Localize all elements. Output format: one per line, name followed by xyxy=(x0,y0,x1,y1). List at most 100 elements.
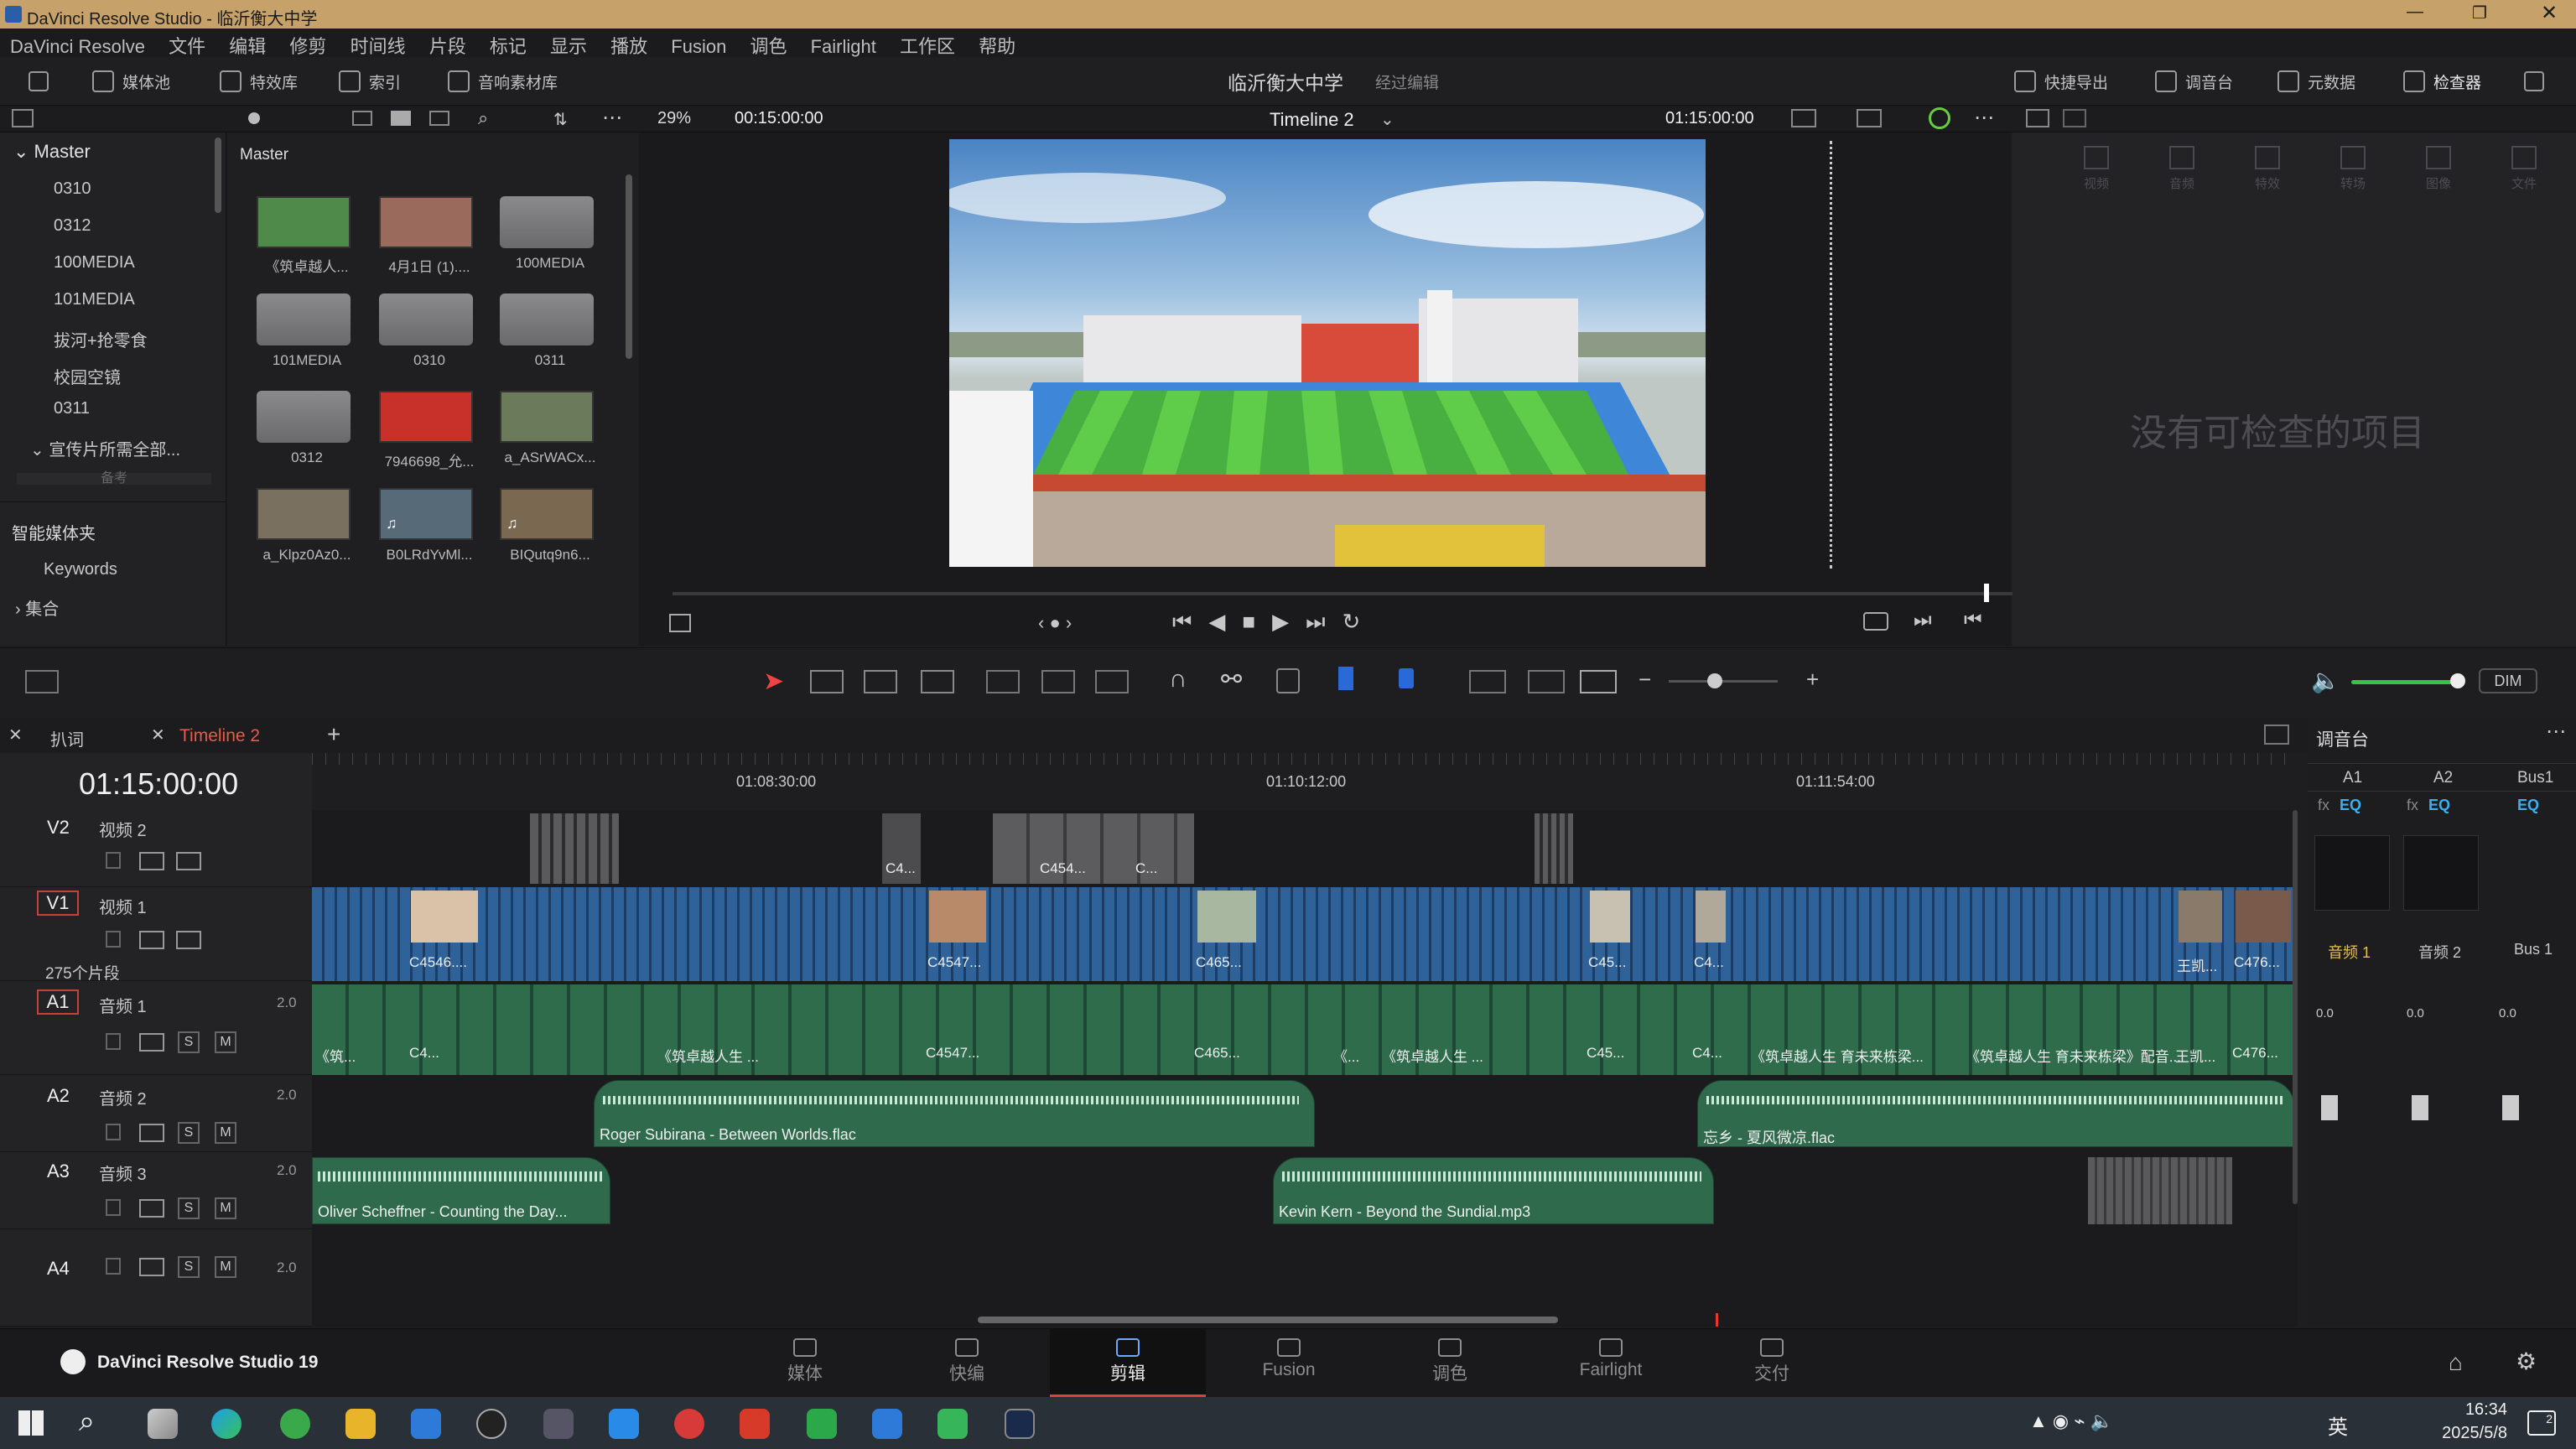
disable-track-icon[interactable] xyxy=(176,852,201,870)
page-tab-fusion[interactable]: Fusion xyxy=(1218,1338,1360,1380)
list-view-icon[interactable] xyxy=(429,111,449,126)
scrubber-bar[interactable] xyxy=(673,592,2023,595)
solo-button[interactable]: S xyxy=(178,1256,200,1278)
menu-workspace[interactable]: 工作区 xyxy=(900,32,955,59)
zoom-slider[interactable] xyxy=(1669,680,1778,683)
v2-clip-group[interactable] xyxy=(1535,813,1573,884)
viewer-mode-icon[interactable] xyxy=(1791,109,1816,127)
bin-item[interactable]: 101MEDIA xyxy=(54,290,135,309)
lock-icon[interactable] xyxy=(106,852,121,869)
menu-view[interactable]: 显示 xyxy=(550,32,587,59)
v1-clip[interactable]: C4547... xyxy=(926,887,989,981)
scrollbar[interactable] xyxy=(626,174,632,359)
a2-audio-clip[interactable]: Roger Subirana - Between Worlds.flac xyxy=(594,1080,1315,1147)
davinci-resolve-icon[interactable] xyxy=(1005,1409,1035,1439)
home-icon[interactable]: ⌂ xyxy=(2449,1349,2463,1376)
flag-icon[interactable] xyxy=(1338,667,1353,690)
menu-davinci[interactable]: DaVinci Resolve xyxy=(10,36,145,58)
wps-icon[interactable] xyxy=(740,1409,770,1439)
menu-trim[interactable]: 修剪 xyxy=(289,32,326,59)
mute-button[interactable]: M xyxy=(215,1122,236,1144)
selection-tool-icon[interactable]: ➤ xyxy=(763,667,784,696)
smart-bins-header[interactable]: 智能媒体夹 xyxy=(12,520,96,544)
close-button[interactable]: ✕ xyxy=(2541,1,2558,25)
auto-select-icon[interactable] xyxy=(139,1033,164,1052)
smart-bin-collection[interactable]: › 集合 xyxy=(15,595,59,620)
bin-item[interactable]: 校园空镜 xyxy=(54,364,121,388)
task-view-icon[interactable] xyxy=(148,1409,178,1439)
track-id-target[interactable]: V1 xyxy=(37,891,79,916)
lock-icon[interactable] xyxy=(106,1258,121,1275)
zoom-slider-handle[interactable] xyxy=(1707,673,1722,688)
close-tab-icon[interactable]: ✕ xyxy=(8,724,23,745)
menu-fairlight[interactable]: Fairlight xyxy=(811,36,876,58)
search-icon[interactable]: ⌕ xyxy=(79,1405,95,1438)
menu-edit[interactable]: 编辑 xyxy=(229,32,266,59)
search-icon[interactable]: ⌕ xyxy=(478,107,488,129)
next-edit-icon[interactable]: ⏭ xyxy=(1914,609,1932,632)
eq-label[interactable]: EQ xyxy=(2340,797,2361,814)
add-tab-icon[interactable]: + xyxy=(327,721,340,748)
tab-timeline[interactable]: 扒词 xyxy=(50,726,84,750)
bin-item[interactable]: 100MEDIA xyxy=(54,253,135,273)
thumbnail-view-icon[interactable] xyxy=(391,111,411,126)
fader-handle[interactable] xyxy=(2412,1095,2428,1120)
collapsed-bin[interactable]: 备考 xyxy=(17,472,211,486)
windows-start-icon[interactable] xyxy=(18,1410,44,1436)
solo-button[interactable]: S xyxy=(178,1031,200,1053)
v1-clip[interactable]: 王凯... xyxy=(2175,887,2225,981)
inspector-tab[interactable]: 特效 xyxy=(2234,146,2301,192)
bin-item[interactable]: 拔河+抢零食 xyxy=(54,327,148,351)
panel-toggle-icon[interactable] xyxy=(29,57,57,106)
fader-handle[interactable] xyxy=(2502,1095,2519,1120)
loop-icon[interactable] xyxy=(1863,612,1888,631)
mixer-button[interactable]: 调音台 xyxy=(2155,57,2233,106)
eq-label[interactable]: EQ xyxy=(2517,797,2539,814)
v1-clip[interactable]: C476... xyxy=(2232,887,2294,981)
metadata-button[interactable]: 元数据 xyxy=(2277,57,2355,106)
lock-icon[interactable] xyxy=(106,1033,121,1050)
a3-audio-clip[interactable]: Oliver Scheffner - Counting the Day... xyxy=(312,1157,610,1224)
overwrite-clip-icon[interactable] xyxy=(1041,670,1075,693)
media-item[interactable]: 《筑卓越人... xyxy=(257,196,366,280)
fx-label[interactable]: fx xyxy=(2407,797,2418,814)
menu-clip[interactable]: 片段 xyxy=(429,32,466,59)
media-item[interactable]: a_Klpz0Az0... xyxy=(257,488,366,572)
expand-icon[interactable] xyxy=(2524,57,2553,106)
a3-audio-clip-group[interactable] xyxy=(2088,1157,2232,1224)
mute-button[interactable]: M xyxy=(215,1256,236,1278)
a2-audio-clip[interactable]: 忘乡 - 夏风微凉.flac xyxy=(1697,1080,2294,1147)
app-icon[interactable] xyxy=(609,1409,639,1439)
quick-export-button[interactable]: 快捷导出 xyxy=(2014,57,2108,106)
auto-select-icon[interactable] xyxy=(139,931,164,949)
inspector-tab[interactable]: 视频 xyxy=(2063,146,2130,192)
inspector-tab[interactable]: 音频 xyxy=(2148,146,2215,192)
media-pool-button[interactable]: 媒体池 xyxy=(92,57,170,106)
app-icon[interactable] xyxy=(937,1409,968,1439)
bin-item[interactable]: 0312 xyxy=(54,216,91,236)
solo-button[interactable]: S xyxy=(178,1197,200,1219)
netease-music-icon[interactable] xyxy=(674,1409,704,1439)
dynamic-trim-icon[interactable] xyxy=(864,670,897,693)
inspector-split-icon[interactable] xyxy=(2063,109,2086,127)
index-button[interactable]: 索引 xyxy=(339,57,401,106)
media-item[interactable]: 4月1日 (1).... xyxy=(379,196,488,280)
snapping-icon[interactable]: ∩ xyxy=(1169,665,1187,693)
v2-clip-group[interactable]: C454... C... xyxy=(993,813,1194,884)
lock-icon[interactable] xyxy=(1276,668,1300,693)
media-item[interactable]: 0312 xyxy=(257,391,366,475)
app-icon[interactable] xyxy=(543,1409,574,1439)
speaker-icon[interactable]: 🔈 xyxy=(2311,667,2340,694)
media-item[interactable]: a_ASrWACx... xyxy=(500,391,609,475)
mute-button[interactable]: M xyxy=(215,1197,236,1219)
menu-playback[interactable]: 播放 xyxy=(610,32,647,59)
media-item[interactable]: ♫ B0LRdYvMl... xyxy=(379,488,488,572)
wechat-icon[interactable] xyxy=(807,1409,837,1439)
mute-button[interactable]: M xyxy=(215,1031,236,1053)
volume-handle[interactable] xyxy=(2450,673,2465,688)
clock-date[interactable]: 2025/5/8 xyxy=(2407,1424,2507,1443)
zoom-level[interactable]: 29% xyxy=(657,109,691,128)
clock-time[interactable]: 16:34 xyxy=(2423,1400,2507,1420)
chevron-down-icon[interactable]: ⌄ xyxy=(1380,109,1394,130)
trim-tool-icon[interactable] xyxy=(810,670,844,693)
